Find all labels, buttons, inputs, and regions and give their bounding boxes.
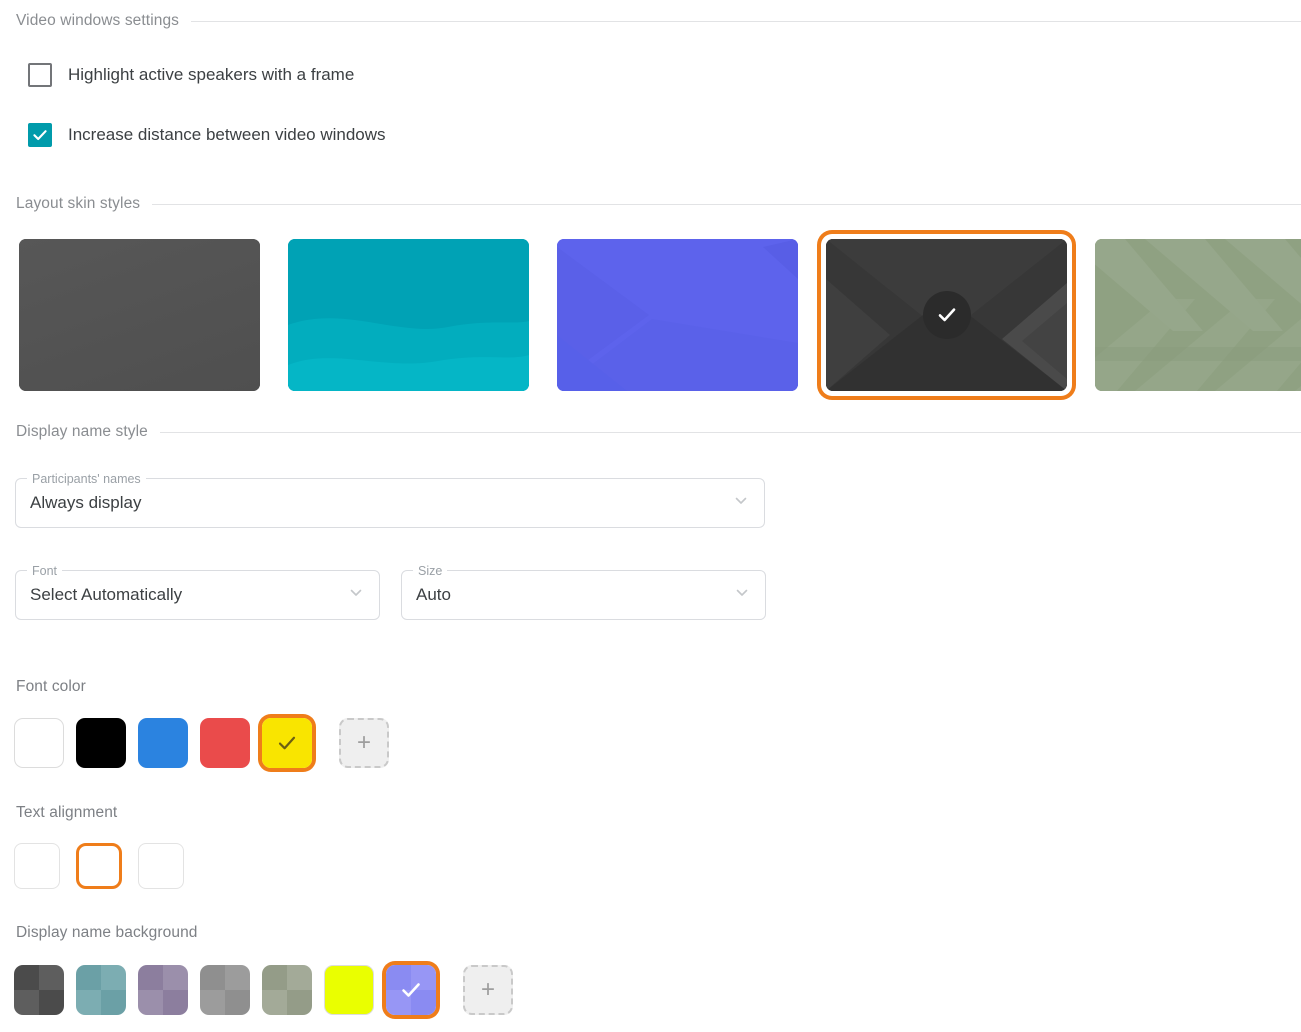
section-divider bbox=[159, 431, 1301, 433]
layout-skin-option-charcoal-chevron[interactable] bbox=[821, 234, 1072, 396]
text-alignment-button-group bbox=[0, 843, 200, 889]
select-label-participants-names: Participants' names bbox=[27, 471, 146, 487]
layout-skin-option-teal-waves[interactable] bbox=[283, 234, 534, 396]
select-value-size: Auto bbox=[416, 585, 451, 604]
select-value-participants-names: Always display bbox=[30, 493, 142, 512]
font-color-swatch-yellow[interactable] bbox=[262, 718, 312, 768]
chevron-down-icon[interactable] bbox=[733, 584, 751, 607]
align-right-button[interactable] bbox=[138, 843, 184, 889]
checkbox-label-increase-distance: Increase distance between video windows bbox=[68, 125, 386, 144]
font-color-add-button[interactable]: + bbox=[339, 718, 389, 768]
select-label-font: Font bbox=[27, 563, 63, 579]
checkbox-increase-distance[interactable] bbox=[28, 123, 52, 147]
check-icon bbox=[938, 308, 955, 322]
select-value-font: Select Automatically bbox=[30, 585, 183, 604]
bg-swatch-dark-gray[interactable] bbox=[14, 965, 64, 1015]
bg-swatch-sage[interactable] bbox=[262, 965, 312, 1015]
font-color-swatch-list: + bbox=[0, 718, 401, 768]
plus-icon: + bbox=[480, 976, 495, 1003]
check-icon bbox=[33, 130, 47, 141]
layout-skin-option-sage-stripes[interactable] bbox=[1090, 234, 1301, 396]
group-title-display-name-background: Display name background bbox=[16, 924, 198, 941]
font-color-swatch-white[interactable] bbox=[14, 718, 64, 768]
layout-skin-list bbox=[0, 234, 1301, 396]
layout-skin-selected-badge bbox=[922, 291, 971, 339]
chevron-down-icon[interactable] bbox=[732, 492, 750, 515]
group-title-text-alignment: Text alignment bbox=[16, 804, 118, 821]
section-title-video-windows: Video windows settings bbox=[16, 12, 180, 29]
skin-pattern-angles bbox=[557, 239, 798, 391]
check-icon bbox=[278, 736, 296, 750]
layout-skin-option-indigo-angles[interactable] bbox=[552, 234, 803, 396]
section-header-layout-skins: Layout skin styles bbox=[0, 195, 1301, 213]
display-name-background-swatch-list: + bbox=[0, 965, 525, 1015]
bg-color-add-button[interactable]: + bbox=[463, 965, 513, 1015]
bg-swatch-indigo[interactable] bbox=[386, 965, 436, 1015]
select-participants-names[interactable]: Participants' names Always display bbox=[15, 471, 765, 528]
check-icon bbox=[402, 983, 420, 997]
section-divider bbox=[191, 20, 1301, 22]
align-center-button[interactable] bbox=[76, 843, 122, 889]
bg-swatch-purple[interactable] bbox=[138, 965, 188, 1015]
skin-pattern-waves bbox=[288, 239, 529, 391]
checkbox-highlight-active-speakers[interactable] bbox=[28, 63, 52, 87]
bg-swatch-yellow[interactable] bbox=[324, 965, 374, 1015]
checkbox-label-highlight-active-speakers: Highlight active speakers with a frame bbox=[68, 65, 355, 84]
select-size[interactable]: Size Auto bbox=[401, 563, 766, 620]
section-header-display-name-style: Display name style bbox=[0, 423, 1301, 441]
bg-swatch-gray[interactable] bbox=[200, 965, 250, 1015]
skin-pattern-solid bbox=[19, 239, 260, 391]
video-layout-settings-page: Video windows settings Highlight active … bbox=[0, 0, 1301, 1032]
plus-icon: + bbox=[356, 729, 371, 756]
select-label-size: Size bbox=[413, 563, 448, 579]
section-header-video-windows: Video windows settings bbox=[0, 12, 1301, 30]
align-center-icon bbox=[88, 857, 110, 875]
checkbox-increase-distance-row[interactable]: Increase distance between video windows bbox=[0, 121, 1301, 149]
align-left-button[interactable] bbox=[14, 843, 60, 889]
checkbox-highlight-active-speakers-row[interactable]: Highlight active speakers with a frame bbox=[0, 61, 1301, 89]
group-title-font-color: Font color bbox=[16, 678, 86, 695]
font-color-swatch-black[interactable] bbox=[76, 718, 126, 768]
layout-skin-option-dark-plain[interactable] bbox=[14, 234, 265, 396]
bg-swatch-teal[interactable] bbox=[76, 965, 126, 1015]
select-font[interactable]: Font Select Automatically bbox=[15, 563, 380, 620]
section-title-layout-skins: Layout skin styles bbox=[16, 195, 141, 212]
skin-pattern-stripes bbox=[1095, 239, 1301, 391]
chevron-down-icon[interactable] bbox=[347, 584, 365, 607]
font-color-swatch-blue[interactable] bbox=[138, 718, 188, 768]
section-title-display-name-style: Display name style bbox=[16, 423, 148, 440]
section-divider bbox=[152, 203, 1301, 205]
align-right-icon bbox=[150, 857, 172, 875]
font-color-swatch-red[interactable] bbox=[200, 718, 250, 768]
